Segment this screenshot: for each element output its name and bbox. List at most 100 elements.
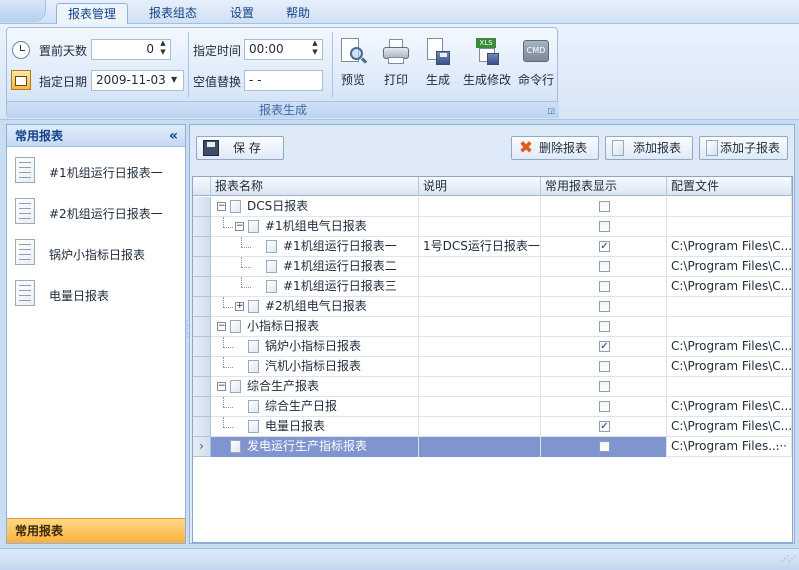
cell-description[interactable]	[419, 337, 541, 357]
favorite-item[interactable]: 电量日报表	[15, 280, 183, 310]
table-row[interactable]: + #2机组电气日报表	[193, 297, 792, 317]
dialog-launcher-icon[interactable]: ◲	[547, 102, 555, 119]
time-spinner[interactable]: ▲ ▼	[309, 39, 321, 60]
cell-report-name[interactable]: 汽机小指标日报表	[211, 357, 419, 377]
row-indicator[interactable]	[193, 277, 211, 297]
cell-config-file[interactable]	[667, 217, 792, 237]
column-header-favorite[interactable]: 常用报表显示	[541, 177, 667, 196]
save-button[interactable]: 保 存	[196, 136, 284, 160]
collapse-node-icon[interactable]: −	[217, 202, 226, 211]
favorite-checkbox[interactable]	[599, 221, 610, 232]
row-indicator[interactable]	[193, 357, 211, 377]
table-row[interactable]: #1机组运行日报表二 C:\Program Files\C...	[193, 257, 792, 277]
cell-description[interactable]	[419, 357, 541, 377]
cell-config-file[interactable]: C:\Program Files\C...	[667, 357, 792, 377]
cell-config-file[interactable]	[667, 197, 792, 217]
preview-button[interactable]: 预览	[331, 33, 375, 93]
table-row[interactable]: − #1机组电气日报表	[193, 217, 792, 237]
favorite-checkbox[interactable]: ✓	[599, 421, 610, 432]
favorite-checkbox[interactable]: ✓	[599, 241, 610, 252]
cell-config-file[interactable]: C:\Program Files\C...	[667, 337, 792, 357]
table-row[interactable]: − 小指标日报表	[193, 317, 792, 337]
command-line-button[interactable]: CMD 命令行	[514, 33, 558, 93]
favorite-checkbox[interactable]	[599, 261, 610, 272]
favorite-checkbox[interactable]	[599, 381, 610, 392]
row-indicator[interactable]: ›	[193, 437, 211, 457]
favorite-checkbox[interactable]	[599, 441, 610, 452]
row-indicator[interactable]	[193, 417, 211, 437]
delete-report-button[interactable]: ✖ 删除报表	[511, 136, 599, 160]
row-indicator[interactable]	[193, 237, 211, 257]
row-indicator[interactable]	[193, 297, 211, 317]
cell-report-name[interactable]: 发电运行生产指标报表	[211, 437, 419, 457]
generate-edit-button[interactable]: XLS 生成修改	[459, 33, 515, 93]
table-row[interactable]: − 综合生产报表	[193, 377, 792, 397]
cell-description[interactable]	[419, 417, 541, 437]
cell-report-name[interactable]: 综合生产日报	[211, 397, 419, 417]
generate-button[interactable]: 生成	[416, 33, 460, 93]
collapse-node-icon[interactable]: −	[217, 322, 226, 331]
collapse-icon[interactable]: «	[169, 125, 178, 147]
favorite-checkbox[interactable]	[599, 201, 610, 212]
row-indicator[interactable]	[193, 257, 211, 277]
cell-description[interactable]	[419, 437, 541, 457]
cell-report-name[interactable]: #1机组运行日报表一	[211, 237, 419, 257]
table-row[interactable]: › 发电运行生产指标报表 C:\Program Files... ···	[193, 437, 792, 457]
cell-config-file[interactable]: C:\Program Files\C...	[667, 237, 792, 257]
cell-config-file[interactable]: C:\Program Files\C...	[667, 257, 792, 277]
cell-description[interactable]	[419, 257, 541, 277]
cell-report-name[interactable]: 锅炉小指标日报表	[211, 337, 419, 357]
table-row[interactable]: #1机组运行日报表三 C:\Program Files\C...	[193, 277, 792, 297]
cell-description[interactable]	[419, 217, 541, 237]
favorite-checkbox[interactable]	[599, 361, 610, 372]
expand-node-icon[interactable]: +	[235, 302, 244, 311]
tab-settings[interactable]: 设置	[219, 3, 265, 24]
tab-report-management[interactable]: 报表管理	[56, 3, 129, 24]
table-row[interactable]: 汽机小指标日报表 C:\Program Files\C...	[193, 357, 792, 377]
null-replace-input[interactable]: - -	[244, 70, 323, 91]
application-menu-button[interactable]	[0, 0, 46, 22]
row-indicator[interactable]	[193, 317, 211, 337]
favorite-item[interactable]: #2机组运行日报表一	[15, 198, 183, 228]
cell-config-file[interactable]: C:\Program Files\C...	[667, 397, 792, 417]
cell-report-name[interactable]: + #2机组电气日报表	[211, 297, 419, 317]
cell-report-name[interactable]: #1机组运行日报表三	[211, 277, 419, 297]
favorite-checkbox[interactable]	[599, 301, 610, 312]
cell-report-name[interactable]: − 小指标日报表	[211, 317, 419, 337]
collapse-node-icon[interactable]: −	[235, 222, 244, 231]
table-row[interactable]: − DCS日报表	[193, 197, 792, 217]
favorite-checkbox[interactable]	[599, 281, 610, 292]
table-row[interactable]: #1机组运行日报表一 1号DCS运行日报表一 ✓ C:\Program Files\C…	[193, 237, 792, 257]
row-indicator[interactable]	[193, 337, 211, 357]
favorite-item[interactable]: 锅炉小指标日报表	[15, 239, 183, 269]
row-indicator[interactable]	[193, 377, 211, 397]
cell-description[interactable]	[419, 277, 541, 297]
cell-config-file[interactable]: C:\Program Files... ···	[667, 437, 792, 457]
tab-help[interactable]: 帮助	[275, 3, 321, 24]
favorite-checkbox[interactable]	[599, 321, 610, 332]
resize-grip-icon[interactable]: ⋰⋰	[781, 554, 796, 563]
column-header-description[interactable]: 说明	[419, 177, 541, 196]
favorites-footer-tab[interactable]: 常用报表	[7, 518, 185, 543]
cell-config-file[interactable]: C:\Program Files\C...	[667, 277, 792, 297]
cell-report-name[interactable]: − 综合生产报表	[211, 377, 419, 397]
table-row[interactable]: 综合生产日报 C:\Program Files\C...	[193, 397, 792, 417]
column-header-config-file[interactable]: 配置文件	[667, 177, 792, 196]
table-row[interactable]: 锅炉小指标日报表 ✓ C:\Program Files\C...	[193, 337, 792, 357]
cell-description[interactable]	[419, 297, 541, 317]
favorite-item[interactable]: #1机组运行日报表一	[15, 157, 183, 187]
table-row[interactable]: 电量日报表 ✓ C:\Program Files\C...	[193, 417, 792, 437]
cell-description[interactable]	[419, 397, 541, 417]
browse-file-button[interactable]: ···	[776, 437, 787, 456]
column-header-name[interactable]: 报表名称	[211, 177, 419, 196]
cell-description[interactable]	[419, 377, 541, 397]
cell-description[interactable]: 1号DCS运行日报表一	[419, 237, 541, 257]
row-indicator[interactable]	[193, 397, 211, 417]
cell-config-file[interactable]: C:\Program Files\C...	[667, 417, 792, 437]
cell-report-name[interactable]: #1机组运行日报表二	[211, 257, 419, 277]
collapse-node-icon[interactable]: −	[217, 382, 226, 391]
favorite-checkbox[interactable]: ✓	[599, 341, 610, 352]
tab-report-config[interactable]: 报表组态	[138, 3, 208, 24]
cell-report-name[interactable]: 电量日报表	[211, 417, 419, 437]
days-spinner[interactable]: ▲ ▼	[157, 39, 169, 60]
